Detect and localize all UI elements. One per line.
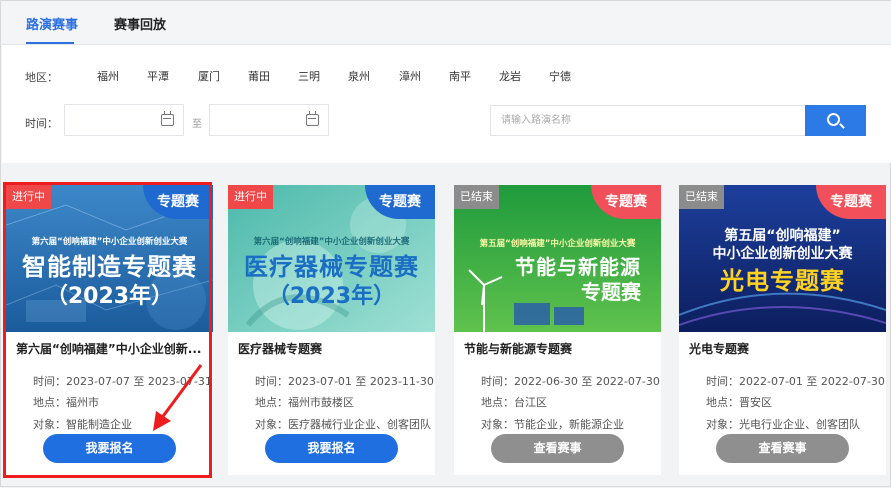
region-option-sanming[interactable]: 三明 — [298, 68, 320, 84]
status-badge: 进行中 — [228, 185, 273, 209]
region-option-longyan[interactable]: 龙岩 — [499, 68, 521, 84]
tab-bar: 路演赛事 赛事回放 — [2, 1, 891, 45]
tab-event-replay[interactable]: 赛事回放 — [114, 14, 166, 33]
event-card-medical-devices[interactable]: 进行中 专题赛 第六届“创响福建”中小企业创新创业大赛 医疗器械专题赛 （202… — [228, 185, 435, 475]
banner-subtitle-2: 中小企业创新创业大赛 — [712, 246, 853, 262]
event-title[interactable]: 光电专题赛 — [689, 340, 881, 357]
end-date-input[interactable] — [209, 104, 329, 136]
banner-subtitle: 第六届“创响福建”中小企业创新创业大赛 — [31, 237, 188, 247]
tab-roadshow-events[interactable]: 路演赛事 — [26, 14, 78, 33]
start-date-input[interactable] — [64, 104, 184, 136]
region-option-nanping[interactable]: 南平 — [449, 68, 471, 84]
search-icon — [827, 113, 840, 126]
event-card-optoelectronics[interactable]: 已结束 专题赛 第五届“创响福建” 中小企业创新创业大赛 光电专题赛 光电专题赛… — [679, 185, 886, 475]
event-time: 时间：2022-07-01 至 2022-07-30 — [706, 375, 885, 388]
event-banner: 进行中 专题赛 第六届“创响福建”中小企业创新创业大赛 智能制造专题赛 （202… — [6, 185, 213, 332]
event-target: 对象：智能制造企业 — [33, 418, 132, 431]
region-option-ningde[interactable]: 宁德 — [549, 68, 571, 84]
filter-panel: 地区： 福州 平潭 厦门 莆田 三明 泉州 漳州 南平 龙岩 宁德 时间： 至 — [2, 45, 891, 163]
event-card-smart-manufacturing[interactable]: 进行中 专题赛 第六届“创响福建”中小企业创新创业大赛 智能制造专题赛 （202… — [6, 185, 213, 475]
register-button[interactable]: 我要报名 — [43, 434, 176, 463]
page-frame: 路演赛事 赛事回放 地区： 福州 平潭 厦门 莆田 三明 泉州 漳州 南平 龙岩… — [0, 0, 891, 487]
banner-subtitle: 第五届“创响福建” — [724, 228, 841, 244]
banner-year: （2023年） — [267, 284, 396, 309]
event-banner: 已结束 专题赛 第五届“创响福建”中小企业创新创业大赛 节能与新能源 专题赛 — [454, 185, 661, 332]
region-option-xiamen[interactable]: 厦门 — [198, 68, 220, 84]
status-badge: 已结束 — [679, 185, 724, 209]
event-title[interactable]: 节能与新能源专题赛 — [464, 340, 656, 357]
region-label: 地区： — [25, 71, 58, 84]
event-banner: 已结束 专题赛 第五届“创响福建” 中小企业创新创业大赛 光电专题赛 — [679, 185, 886, 332]
time-label: 时间： — [25, 117, 58, 130]
region-option-pingtan[interactable]: 平潭 — [147, 68, 169, 84]
event-location: 地点：台江区 — [481, 396, 547, 409]
event-target: 对象：医疗器械行业企业、创客团队 — [255, 418, 431, 431]
event-time: 时间：2022-06-30 至 2022-07-30 — [481, 375, 660, 388]
event-card-energy-saving[interactable]: 已结束 专题赛 第五届“创响福建”中小企业创新创业大赛 节能与新能源 专题赛 节… — [454, 185, 661, 475]
calendar-icon — [306, 111, 319, 126]
event-time: 时间：2023-07-07 至 2023-07-31 — [33, 375, 212, 388]
search-button[interactable] — [805, 105, 866, 136]
banner-title: 光电专题赛 — [720, 267, 845, 295]
active-tab-indicator — [26, 42, 74, 44]
banner-title: 医疗器械专题赛 — [244, 253, 419, 281]
event-banner: 进行中 专题赛 第六届“创响福建”中小企业创新创业大赛 医疗器械专题赛 （202… — [228, 185, 435, 332]
event-location: 地点：福州市鼓楼区 — [255, 396, 354, 409]
event-title[interactable]: 第六届“创响福建”中小企业创新... — [16, 340, 208, 357]
status-badge: 进行中 — [6, 185, 51, 209]
view-event-button[interactable]: 查看赛事 — [491, 434, 624, 463]
status-badge: 已结束 — [454, 185, 499, 209]
region-option-quanzhou[interactable]: 泉州 — [348, 68, 370, 84]
event-title[interactable]: 医疗器械专题赛 — [238, 340, 430, 357]
banner-subtitle: 第六届“创响福建”中小企业创新创业大赛 — [253, 237, 410, 247]
banner-title: 智能制造专题赛 — [22, 253, 197, 281]
roadshow-search-input[interactable] — [490, 105, 806, 136]
region-option-putian[interactable]: 莆田 — [248, 68, 270, 84]
event-time: 时间：2023-07-01 至 2023-11-30 — [255, 375, 434, 388]
event-target: 对象：光电行业企业、创客团队 — [706, 418, 860, 431]
view-event-button[interactable]: 查看赛事 — [716, 434, 849, 463]
banner-subtitle: 第五届“创响福建”中小企业创新创业大赛 — [479, 239, 636, 249]
event-location: 地点：晋安区 — [706, 396, 772, 409]
date-range-separator: 至 — [192, 119, 202, 130]
event-target: 对象：节能企业，新能源企业 — [481, 418, 624, 431]
register-button[interactable]: 我要报名 — [265, 434, 398, 463]
banner-year: （2023年） — [45, 284, 174, 309]
event-location: 地点：福州市 — [33, 396, 99, 409]
region-option-fuzhou[interactable]: 福州 — [97, 68, 119, 84]
calendar-icon — [161, 111, 174, 126]
region-option-zhangzhou[interactable]: 漳州 — [399, 68, 421, 84]
banner-year: 专题赛 — [581, 280, 641, 304]
